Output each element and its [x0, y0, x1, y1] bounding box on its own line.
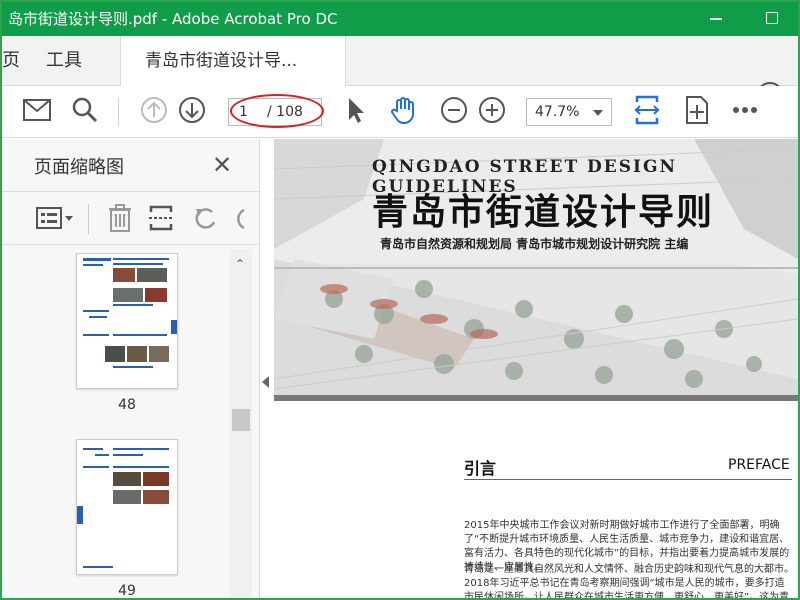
- tab-home[interactable]: 页: [2, 36, 20, 86]
- thumbnail-page-number: 49: [118, 583, 136, 599]
- page-thumbnail[interactable]: [76, 439, 178, 575]
- rotate-right-icon[interactable]: [232, 206, 246, 236]
- red-annotation-oval: [230, 94, 324, 128]
- maximize-icon[interactable]: [766, 12, 778, 24]
- tab-document[interactable]: 青岛市街道设计导...: [120, 36, 346, 87]
- cover-title-chinese: 青岛市街道设计导则: [372, 192, 715, 233]
- cover-divider: [274, 395, 798, 401]
- chevron-down-icon: [593, 110, 603, 116]
- select-pointer-icon[interactable]: [342, 94, 370, 126]
- fit-page-icon[interactable]: [632, 94, 662, 126]
- zoom-in-icon[interactable]: [476, 94, 508, 126]
- tab-tools[interactable]: 工具: [46, 36, 82, 86]
- preface-rule: [464, 479, 792, 480]
- scroll-mode-icon[interactable]: [682, 94, 712, 126]
- panel-divider: [88, 204, 89, 234]
- delete-page-icon[interactable]: [108, 204, 132, 236]
- panel-toolbar: [2, 191, 260, 245]
- scroll-up-icon[interactable]: ⌃: [235, 257, 245, 271]
- previous-page-icon[interactable]: [138, 94, 170, 126]
- close-icon[interactable]: ✕: [212, 151, 232, 179]
- panel-title: 页面缩略图: [34, 157, 124, 178]
- hand-tool-icon[interactable]: [388, 94, 420, 126]
- more-tools-icon[interactable]: [730, 94, 760, 126]
- zoom-out-icon[interactable]: [438, 94, 470, 126]
- thumbnail-scrollbar[interactable]: ⌃: [230, 249, 252, 598]
- minimize-icon[interactable]: [710, 18, 722, 20]
- tab-bar: 页 工具 青岛市街道设计导... ?: [2, 36, 798, 110]
- cover-editors: 青岛市自然资源和规划局 青岛市城市规划设计研究院 主编: [380, 237, 689, 251]
- title-bar: 岛市街道设计导则.pdf - Adobe Acrobat Pro DC: [2, 2, 798, 36]
- thumbnail-page-number: 48: [118, 397, 136, 413]
- scrollbar-thumb[interactable]: [232, 409, 250, 431]
- page-thumbnail[interactable]: [76, 253, 178, 389]
- thumbnail-options-icon[interactable]: [36, 206, 76, 234]
- acrobat-window: 岛市街道设计导则.pdf - Adobe Acrobat Pro DC 页 工具…: [0, 0, 800, 600]
- next-page-icon[interactable]: [176, 94, 208, 126]
- preface-paragraph: 青岛是一座兼具自然风光和人文情怀、融合历史韵味和现代气息的大都市。2018年习近…: [464, 564, 794, 599]
- window-title: 岛市街道设计导则.pdf - Adobe Acrobat Pro DC: [8, 10, 338, 28]
- document-view[interactable]: QINGDAO STREET DESIGN GUIDELINES 青岛市街道设计…: [274, 139, 798, 599]
- zoom-level-value: 47.7%: [535, 104, 580, 120]
- zoom-level-select[interactable]: 47.7%: [526, 98, 612, 126]
- preface-heading-english: PREFACE: [728, 457, 790, 473]
- thumbnails-panel: 页面缩略图 ✕ ⌃ 48 49: [2, 139, 260, 599]
- insert-page-icon[interactable]: [148, 204, 174, 236]
- search-icon[interactable]: [68, 94, 102, 126]
- email-icon[interactable]: [20, 94, 54, 126]
- rotate-left-icon[interactable]: [192, 206, 218, 236]
- toolbar-divider: [118, 98, 119, 126]
- preface-heading: 引言: [464, 459, 497, 478]
- collapse-panel-icon[interactable]: [262, 376, 269, 388]
